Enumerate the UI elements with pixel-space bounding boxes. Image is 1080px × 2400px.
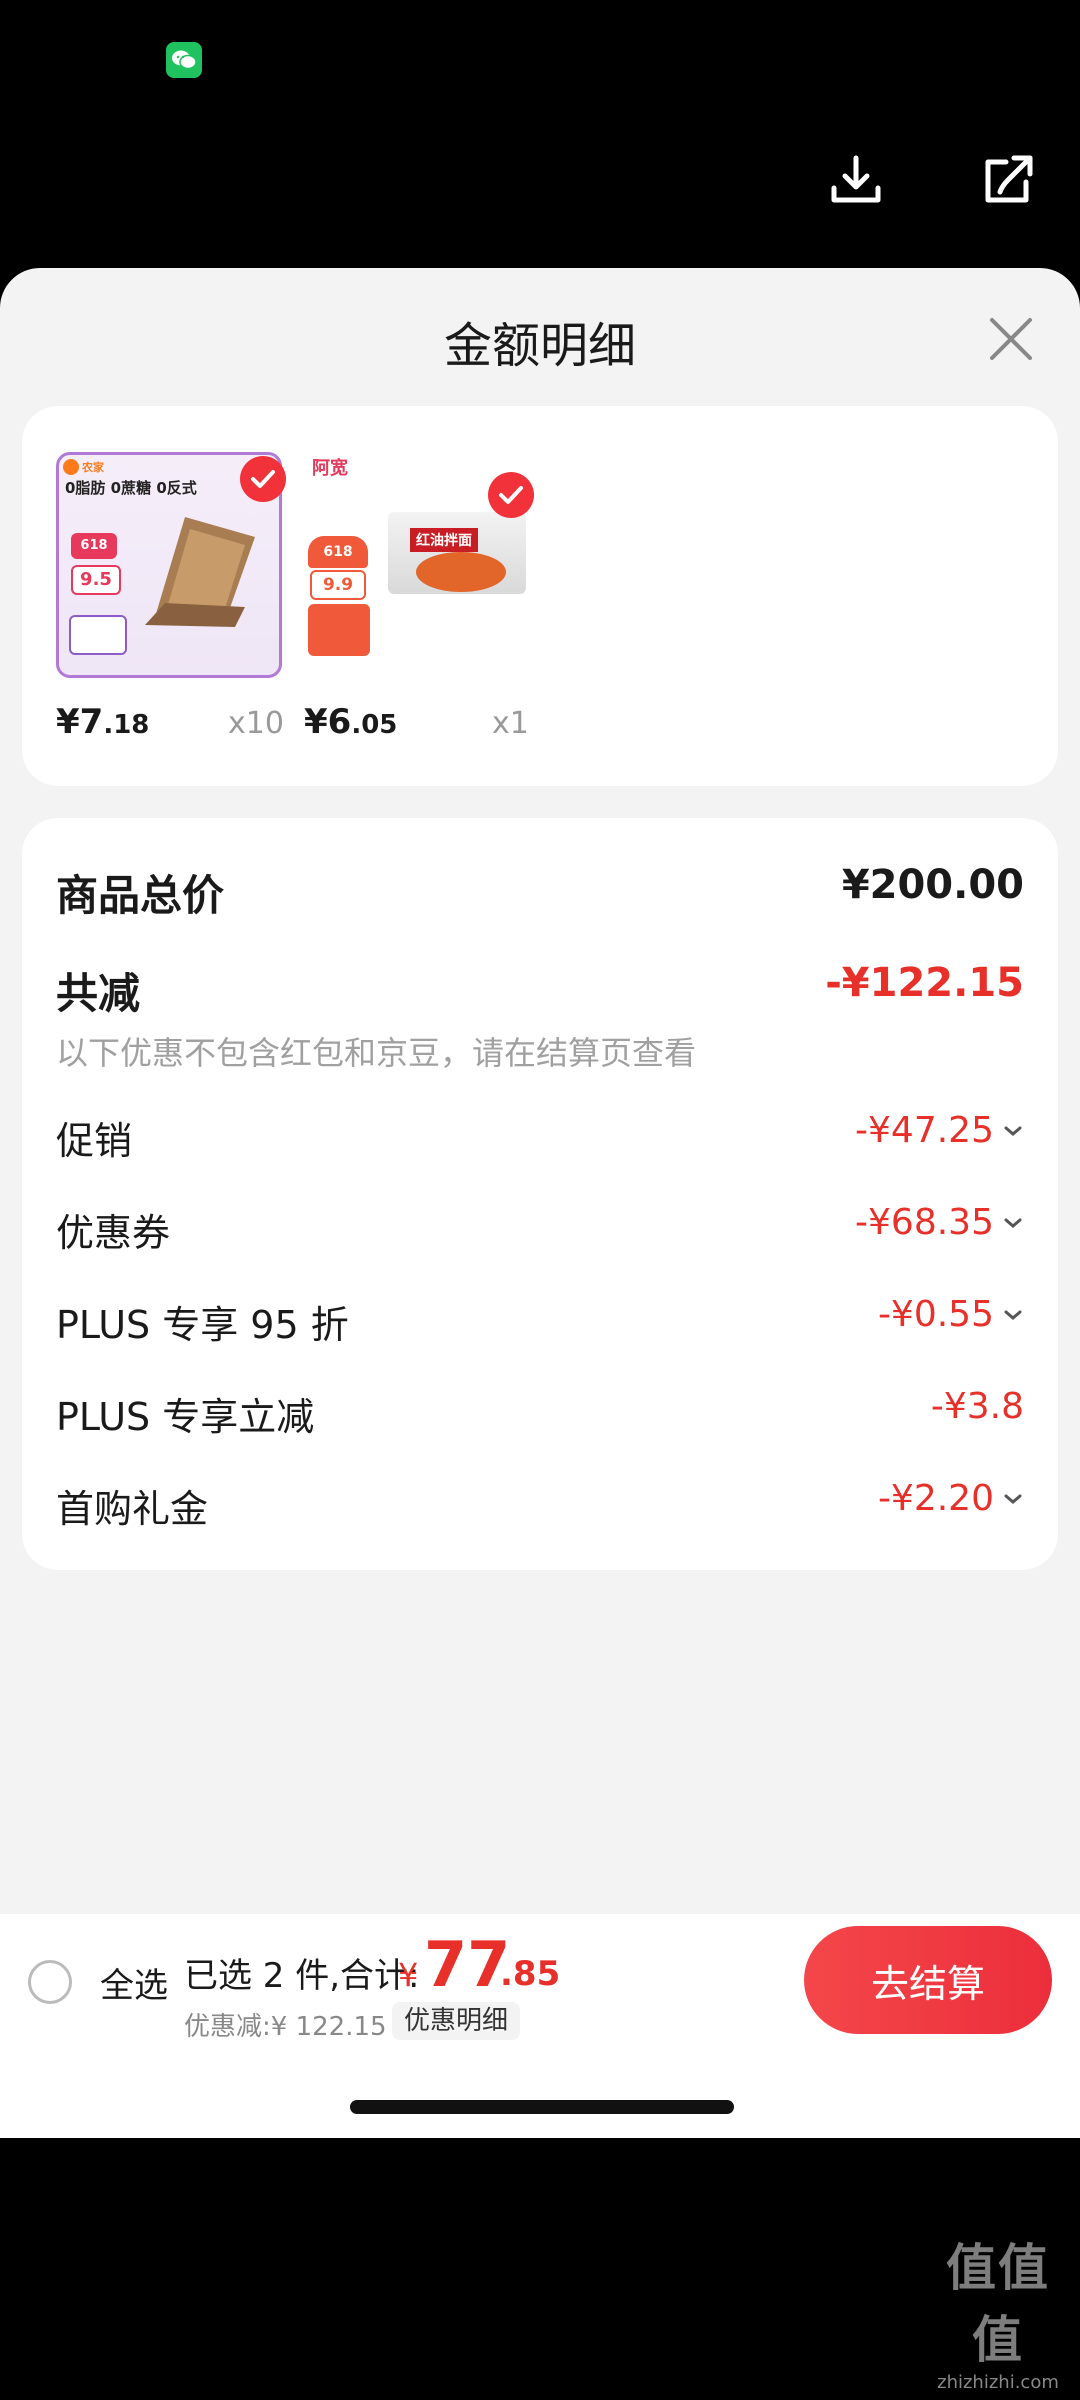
selected-count-text: 已选 2 件,合计: (184, 1956, 420, 1996)
discount-value: -¥0.55 (878, 1294, 1024, 1335)
sheet-title: 金额明细 (443, 318, 636, 374)
discount-label: 优惠券 (56, 1211, 171, 1255)
noodle-package: 红油拌面 (388, 512, 526, 594)
price-detail-card: 商品总价 ¥200.00 共减 -¥122.15 以下优惠不包含红包和京豆，请在… (22, 818, 1058, 1570)
badge-618: 618 (71, 533, 117, 559)
discount-row-promotion[interactable]: 促销 -¥47.25 (56, 1110, 1024, 1166)
total-amount-int: 77 (424, 1928, 511, 2001)
product-item[interactable]: 阿宽 618 9.9 红油拌面 ¥6.05 x1 (304, 452, 534, 742)
brand-logo: 阿宽 (312, 458, 348, 479)
total-amount-dec: .85 (500, 1954, 561, 1994)
discount-summary: 优惠减:¥ 122.15 (184, 2012, 387, 2042)
product-tag: 0脂肪 0蔗糖 0反式 (65, 479, 197, 497)
brand-logo: 农家 (63, 459, 104, 475)
select-all-checkbox[interactable] (28, 1960, 72, 2004)
home-indicator-area (0, 2046, 1080, 2138)
total-currency: ¥ (398, 1956, 419, 1994)
discount-value: -¥47.25 (855, 1110, 1024, 1151)
discount-label: PLUS 专享立减 (56, 1395, 315, 1439)
chevron-down-icon (1004, 1218, 1022, 1228)
discount-value: -¥2.20 (878, 1478, 1024, 1519)
selected-check-icon[interactable] (488, 472, 534, 518)
promo-strip (69, 615, 127, 655)
discount-label: 首购礼金 (56, 1487, 209, 1531)
product-qty: x10 (228, 706, 284, 741)
share-icon[interactable] (980, 152, 1036, 208)
promo-strip (308, 604, 370, 656)
close-icon[interactable] (984, 312, 1038, 366)
chevron-down-icon (1004, 1126, 1022, 1136)
discount-note-text: 以下优惠不包含红包和京豆，请在结算页查看 (56, 1034, 697, 1072)
discount-value: -¥68.35 (855, 1202, 1024, 1243)
chevron-down-icon (1004, 1494, 1022, 1504)
total-price-label: 商品总价 (56, 871, 225, 920)
discount-row-plus-95[interactable]: PLUS 专享 95 折 -¥0.55 (56, 1294, 1024, 1350)
total-price-value: ¥200.00 (841, 862, 1024, 908)
discount-detail-link[interactable]: 优惠明细 (392, 2002, 521, 2040)
discount-value: -¥3.8 (930, 1386, 1024, 1427)
product-price: ¥6.05 (304, 702, 398, 742)
total-reduce-label: 共减 (56, 969, 141, 1018)
total-reduce-value: -¥122.15 (825, 960, 1024, 1006)
product-qty: x1 (492, 706, 529, 741)
checkout-button[interactable]: 去结算 (804, 1926, 1052, 2034)
discount-label: 促销 (56, 1119, 133, 1163)
select-all-label[interactable]: 全选 (100, 1958, 168, 2007)
discount-note: 以下优惠不包含红包和京豆，请在结算页查看 (56, 1028, 1024, 1072)
badge-price: 9.5 (71, 565, 121, 595)
total-price-row: 商品总价 ¥200.00 (56, 862, 1024, 922)
watermark-url: zhizhizhi.com (937, 2372, 1059, 2393)
bread-illustration (145, 507, 265, 627)
products-card: 农家 0脂肪 0蔗糖 0反式 618 9.5 ¥7.18 x10 阿宽 618 … (22, 406, 1058, 786)
product-price: ¥7.18 (56, 702, 150, 742)
discount-row-first-gift[interactable]: 首购礼金 -¥2.20 (56, 1478, 1024, 1534)
discount-row-plus-reduce: PLUS 专享立减 -¥3.8 (56, 1386, 1024, 1442)
checkout-bar: 全选 已选 2 件,合计: ¥ 77 .85 优惠减:¥ 122.15 优惠明细… (0, 1914, 1080, 2046)
download-icon[interactable] (828, 152, 884, 208)
product-item[interactable]: 农家 0脂肪 0蔗糖 0反式 618 9.5 ¥7.18 x10 (56, 452, 286, 742)
amount-detail-sheet: 金额明细 农家 0脂肪 0蔗糖 0反式 618 9.5 ¥7.18 x10 阿宽… (0, 268, 1080, 2138)
watermark-logo: 值值值 (946, 2239, 1050, 2369)
badge-price: 9.9 (310, 570, 366, 600)
chevron-down-icon (1004, 1310, 1022, 1320)
total-reduce-row: 共减 -¥122.15 (56, 960, 1024, 1020)
discount-label: PLUS 专享 95 折 (56, 1303, 349, 1347)
selected-check-icon[interactable] (240, 456, 286, 502)
discount-row-coupon[interactable]: 优惠券 -¥68.35 (56, 1202, 1024, 1258)
badge-618: 618 (308, 536, 368, 568)
wechat-icon (166, 42, 202, 78)
home-indicator[interactable] (350, 2100, 734, 2114)
watermark: 值值值 zhizhizhi.com (928, 2228, 1068, 2393)
top-bar (0, 0, 1080, 262)
